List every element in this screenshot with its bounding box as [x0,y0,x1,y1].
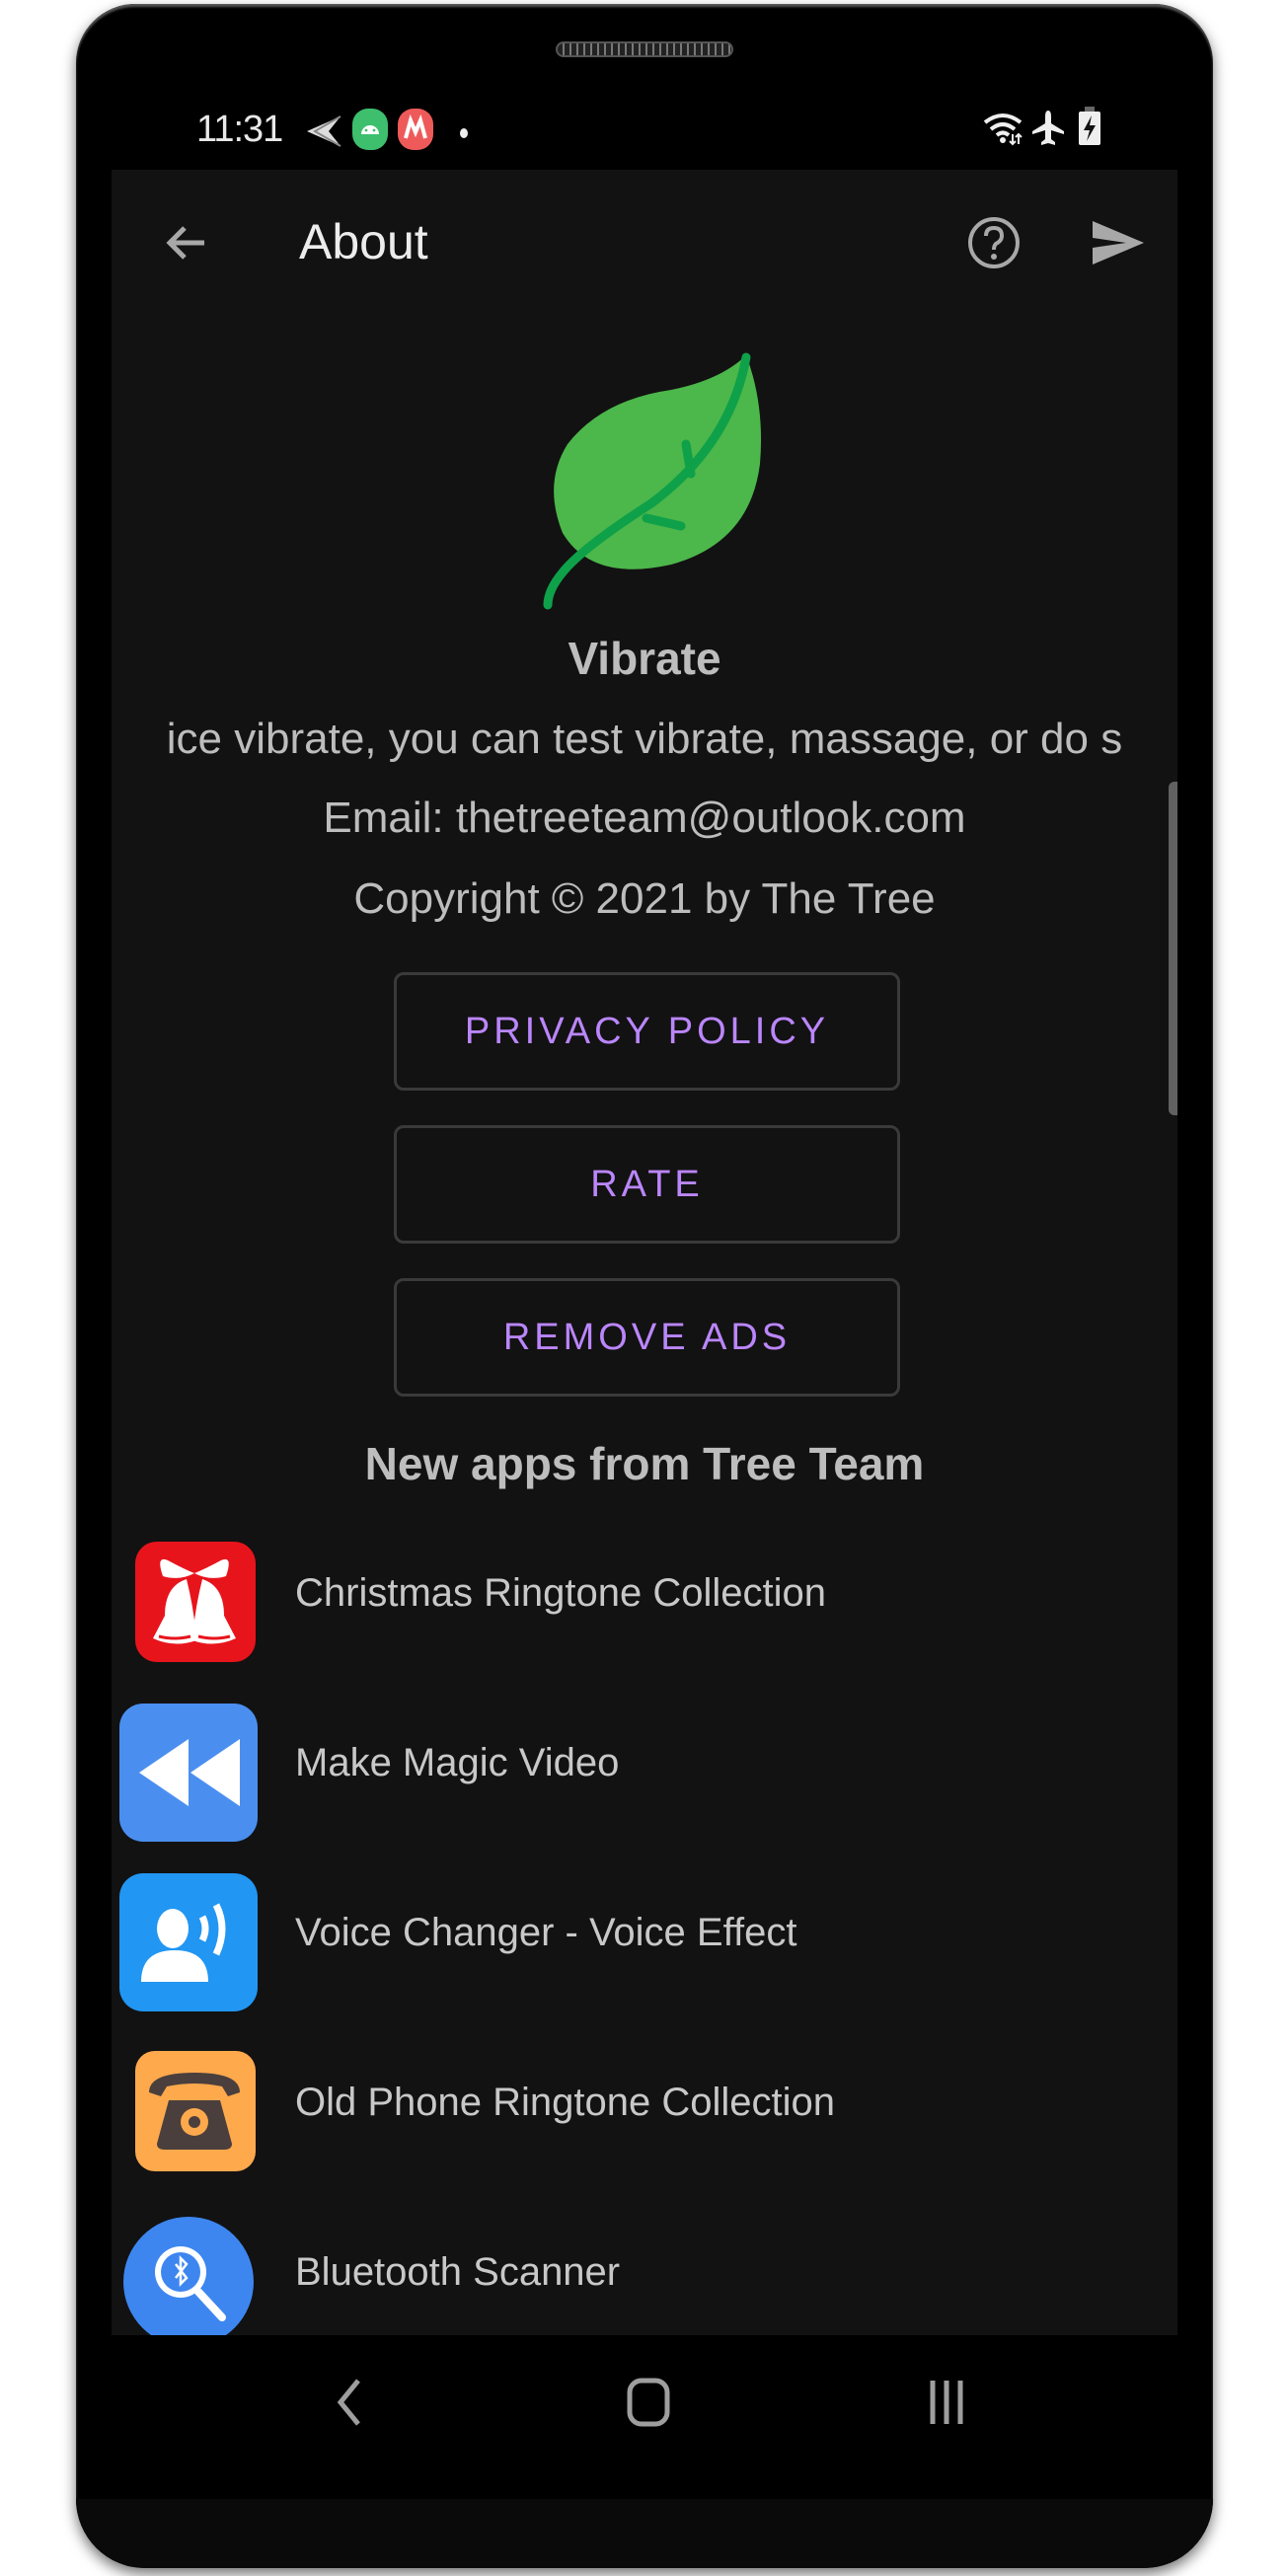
android-app-icon [352,109,388,155]
send-notification-icon [305,114,342,153]
wifi-icon [983,113,1024,151]
rate-button[interactable]: RATE [394,1125,900,1244]
app-list-item-label: Christmas Ringtone Collection [295,1571,827,1615]
christmas-bells-icon [125,1532,264,1670]
app-bar: About [112,170,1177,318]
motorola-app-icon [398,109,433,155]
phone-chin [76,2499,1213,2568]
app-list-item[interactable]: Bluetooth Scanner [112,2199,1177,2335]
app-list-item-label: Old Phone Ringtone Collection [295,2081,836,2124]
help-circle-icon [968,217,1020,268]
bluetooth-search-icon [123,2211,264,2335]
app-list-item[interactable]: Old Phone Ringtone Collection [112,2029,1177,2187]
help-button[interactable] [966,215,1022,275]
nav-back-button[interactable] [327,2375,370,2435]
system-nav-bar [112,2335,1177,2493]
page-title: About [299,214,428,269]
app-list-item[interactable]: Make Magic Video [112,1690,1177,1848]
app-list-item-label: Bluetooth Scanner [295,2250,621,2294]
app-list-item-label: Voice Changer - Voice Effect [295,1911,797,1954]
contact-email[interactable]: Email: thetreeteam@outlook.com [112,794,1177,843]
voice-speaker-icon [119,1871,264,2011]
leaf-icon [523,345,770,617]
more-dot-icon [459,126,469,144]
app-list-item[interactable]: Voice Changer - Voice Effect [112,1859,1177,2017]
scrollbar-thumb[interactable] [1169,782,1177,1115]
more-apps-heading: New apps from Tree Team [364,1438,925,1489]
arrow-back-icon [166,226,204,260]
send-icon [1093,221,1144,265]
nav-home-icon [627,2378,670,2427]
nav-recents-button[interactable] [923,2375,970,2435]
status-time: 11:31 [196,109,283,150]
nav-recents-icon [930,2381,963,2424]
back-button[interactable] [163,219,210,271]
about-screen: About Vibrate ice vibrate, you can test … [112,170,1177,2335]
copyright-text: Copyright © 2021 by The Tree [353,874,936,923]
privacy-policy-button[interactable]: PRIVACY POLICY [394,972,900,1091]
app-list-item[interactable]: Christmas Ringtone Collection [112,1520,1177,1678]
battery-charging-icon [1078,107,1101,151]
share-button[interactable] [1091,219,1146,271]
nav-back-icon [337,2379,360,2426]
status-bar: 11:31 [112,99,1177,168]
nav-home-button[interactable] [625,2375,672,2435]
rewind-icon [119,1702,264,1842]
app-name: Vibrate [568,633,721,684]
earpiece-speaker [556,41,733,57]
app-list-item-label: Make Magic Video [295,1741,620,1784]
remove-ads-button[interactable]: REMOVE ADS [394,1278,900,1397]
app-description: ice vibrate, you can test vibrate, massa… [166,715,1123,763]
airplane-mode-icon [1031,111,1065,151]
rotary-phone-icon [125,2041,264,2179]
